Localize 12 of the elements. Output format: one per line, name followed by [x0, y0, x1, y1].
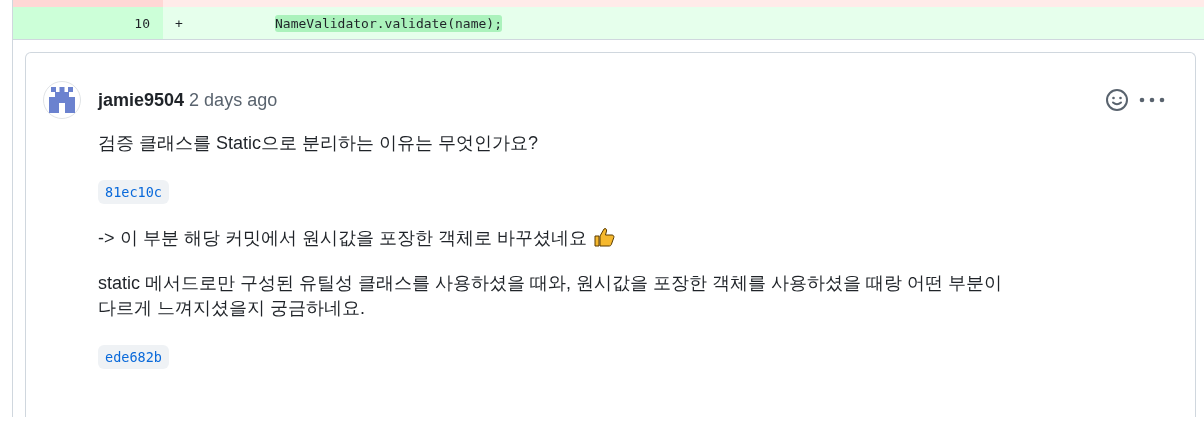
commit-link[interactable]: 81ec10c [98, 180, 169, 204]
comment-text: 검증 클래스를 Static으로 분리하는 이유는 무엇인가요? [98, 133, 539, 153]
comment-time[interactable]: 2 days ago [189, 89, 278, 110]
comment-text: -> 이 부분 해당 커밋에서 원시값을 포장한 객체로 바꾸셨네요 [98, 228, 587, 248]
commit-link[interactable]: ede682b [98, 345, 169, 369]
emoji-reaction-icon[interactable] [1105, 88, 1129, 112]
avatar-icon [43, 81, 81, 119]
more-options-icon[interactable] [1139, 97, 1165, 103]
author-name[interactable]: jamie9504 [98, 89, 185, 110]
line-number: 10 [134, 15, 150, 31]
diff-sign: + [175, 15, 184, 31]
comment-text: static 메서드로만 구성된 유틸성 클래스를 사용하셨을 때와, 원시값을 포장한 객체를 사용하셨을 때랑 어떤 부분이 다르게 느껴지셨을지 궁금하네요. [98, 273, 1003, 318]
